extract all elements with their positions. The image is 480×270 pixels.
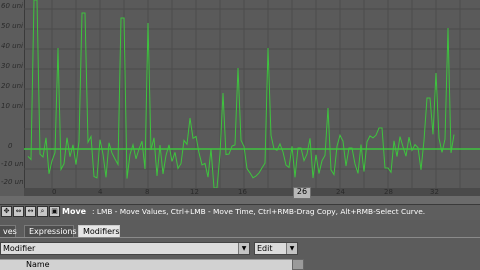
x-tick-label: 4	[98, 188, 103, 196]
current-time-marker[interactable]: 26	[293, 187, 311, 199]
curve-plot[interactable]	[24, 0, 480, 188]
edit-dropdown[interactable]: Edit ▼	[254, 242, 298, 255]
graph-editor-window: 60 units 50 units 40 units 30 units 20 u…	[0, 0, 480, 270]
y-tick-label: -20 units	[1, 178, 23, 186]
tab-curves[interactable]: ves	[0, 225, 17, 237]
scrollbar[interactable]	[292, 259, 304, 270]
x-tick-label: 32	[430, 188, 439, 196]
tab-divider	[0, 237, 480, 238]
mode-label: Move	[62, 207, 87, 216]
y-tick-label: 30 units	[1, 62, 23, 70]
graph-toolbar: ✥ ⇔ ↔ ⌕ ▣ Move : LMB - Move Values, Ctrl…	[0, 204, 480, 220]
x-tick-label: 0	[52, 188, 57, 196]
y-tick-label: 50 units	[1, 22, 23, 30]
value-ruler: 60 units 50 units 40 units 30 units 20 u…	[0, 0, 25, 196]
list-column-header[interactable]: Name	[0, 259, 292, 270]
x-tick-label: 12	[190, 188, 199, 196]
y-tick-label: -10 units	[1, 160, 23, 168]
modifiers-panel: ves Expressions Modifiers Modifier ▼ Edi…	[0, 220, 480, 270]
status-hint: : LMB - Move Values, Ctrl+LMB - Move Tim…	[92, 207, 426, 216]
chevron-down-icon: ▼	[286, 243, 297, 254]
tab-expressions[interactable]: Expressions	[24, 225, 77, 237]
move-keys-icon[interactable]: ✥	[1, 206, 12, 217]
animation-curve	[27, 0, 455, 188]
modifier-dropdown-label: Modifier	[3, 244, 36, 253]
x-tick-label: 24	[336, 188, 345, 196]
chevron-down-icon: ▼	[238, 243, 249, 254]
y-tick-label: 40 units	[1, 42, 23, 50]
x-tick-label: 8	[145, 188, 150, 196]
scale-keys-icon[interactable]: ⇔	[13, 206, 24, 217]
zoom-icon[interactable]: ⌕	[37, 206, 48, 217]
fit-icon[interactable]: ▣	[49, 206, 60, 217]
y-tick-label: 20 units	[1, 82, 23, 90]
y-tick-label: 60 units	[1, 2, 23, 10]
x-tick-label: 28	[384, 188, 393, 196]
y-tick-label: 10 units	[1, 102, 23, 110]
modifier-dropdown[interactable]: Modifier ▼	[0, 242, 250, 255]
tab-modifiers[interactable]: Modifiers	[78, 225, 120, 237]
graph-editor-canvas[interactable]: 60 units 50 units 40 units 30 units 20 u…	[0, 0, 480, 199]
x-tick-label: 16	[238, 188, 247, 196]
time-ruler[interactable]	[24, 188, 480, 196]
pan-icon[interactable]: ↔	[25, 206, 36, 217]
edit-dropdown-label: Edit	[257, 244, 273, 253]
